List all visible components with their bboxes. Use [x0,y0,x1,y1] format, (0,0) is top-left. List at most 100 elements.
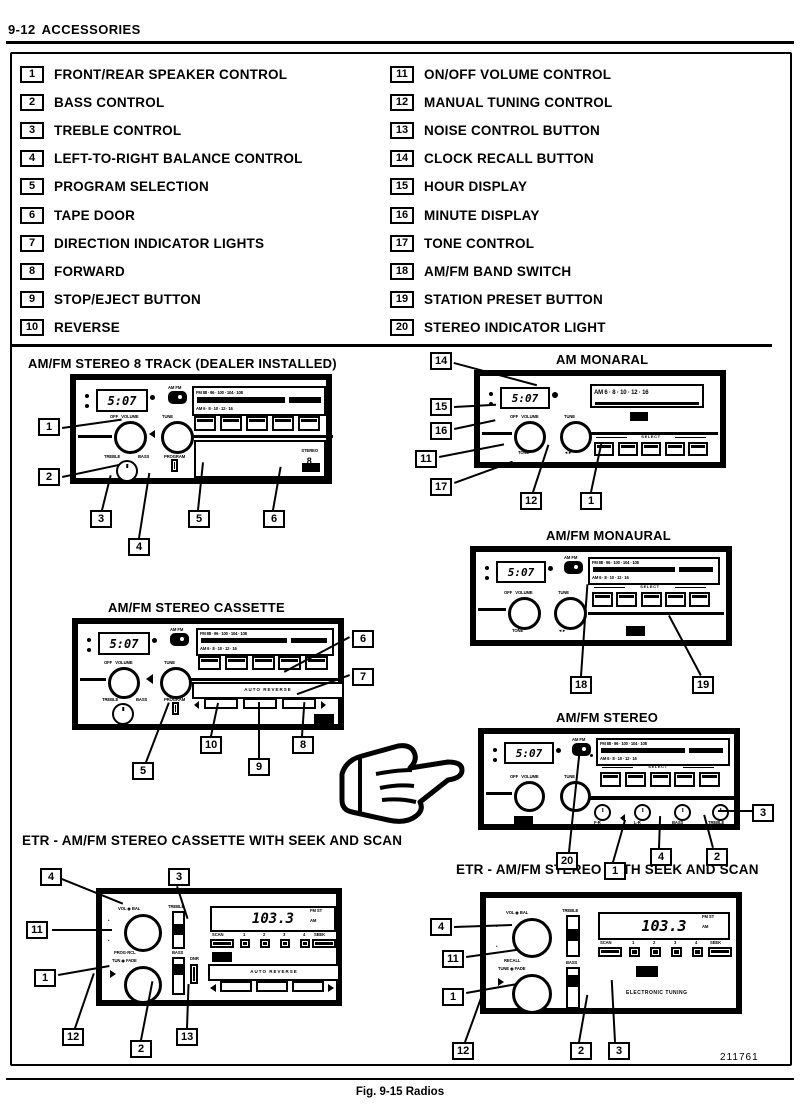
legend-number: 13 [390,121,414,139]
preset-button[interactable] [640,592,662,607]
preset-button-1[interactable] [240,939,250,948]
program-button[interactable] [171,459,178,472]
preset-button[interactable] [198,656,221,670]
volume-knob[interactable] [108,667,140,699]
station-preset-row[interactable] [194,416,320,431]
treble-knob[interactable] [712,804,729,821]
seek-label: SEEK [314,932,326,937]
station-preset-row[interactable] [600,772,720,787]
seek-button[interactable] [708,947,732,957]
clock-display: 5:07 [96,389,148,412]
preset-button[interactable] [194,416,216,431]
legend-item: 12 MANUAL TUNING CONTROL [390,88,770,116]
preset-button-3[interactable] [671,947,682,957]
tune-fade-knob[interactable] [512,974,552,1014]
forward-button[interactable] [282,698,316,709]
forward-button[interactable] [292,981,324,992]
preset-button-2[interactable] [650,947,661,957]
stop-eject-button[interactable] [256,981,288,992]
program-button[interactable] [172,702,179,715]
legend-item: 19 STATION PRESET BUTTON [390,286,770,314]
band-switch[interactable] [168,391,187,404]
preset-button[interactable] [272,416,294,431]
treble-slider[interactable] [566,915,580,957]
preset-button[interactable] [689,592,710,607]
reverse-button[interactable] [204,698,238,709]
tune-label: TUNE [564,414,575,419]
fm-scale: FM 88 · 96 · 100 · 104 · 108 [200,631,247,636]
treble-slider[interactable] [172,911,185,949]
preset-button[interactable] [616,592,638,607]
volume-knob[interactable] [514,781,545,812]
reverse-button[interactable] [220,981,252,992]
volume-label: OFF VOLUME [510,774,539,779]
preset-button[interactable] [649,772,671,787]
tape-door[interactable]: AUTO REVERSE [208,964,340,981]
station-preset-row[interactable] [592,592,710,607]
preset-button-4[interactable] [300,939,310,948]
preset-button[interactable] [664,442,685,456]
preset-button-3[interactable] [280,939,290,948]
preset-button[interactable] [617,442,638,456]
preset-button-2[interactable] [260,939,270,948]
preset-button[interactable] [220,416,242,431]
tuning-knob[interactable] [160,667,192,699]
stereo-indicator-label: STEREO [301,448,318,453]
preset-button[interactable] [224,656,248,670]
legend-item: 14 CLOCK RECALL BUTTON [390,145,770,173]
tape-door[interactable]: STEREO 8 [194,440,326,478]
scan-button[interactable] [210,939,234,948]
volume-balance-knob[interactable] [512,918,552,958]
band-switch[interactable] [572,743,591,756]
volume-knob[interactable] [114,421,147,454]
volume-knob[interactable] [508,597,541,630]
tuning-knob[interactable] [161,421,194,454]
indicator-dot [85,394,89,398]
electronic-tuning-label: ELECTRONIC TUNING [626,990,688,996]
preset-button[interactable] [664,592,686,607]
preset-button[interactable] [298,416,320,431]
scan-button[interactable] [598,947,622,957]
preset-button[interactable] [624,772,646,787]
bass-slider[interactable] [172,957,185,995]
callout-11: 11 [415,450,437,468]
station-preset-row[interactable] [594,442,708,456]
tuning-knob[interactable] [554,597,587,630]
volume-label: OFF VOLUME [504,590,533,595]
clock-recall-button[interactable] [552,392,558,398]
preset-button[interactable] [592,592,613,607]
knob-tick: • [108,918,110,923]
treble-bass-knob[interactable] [112,703,134,725]
legend-label: FRONT/REAR SPEAKER CONTROL [54,66,288,82]
volume-balance-knob[interactable] [124,914,162,952]
preset-button[interactable] [641,442,661,456]
preset-button-1[interactable] [629,947,640,957]
leader-line [718,810,752,812]
callout-3c: 3 [168,868,190,886]
tune-fade-knob[interactable] [124,966,162,1004]
noise-control-button[interactable] [190,964,198,984]
preset-button-4[interactable] [692,947,703,957]
left-right-knob[interactable] [634,804,651,821]
legend-number: 8 [20,262,44,280]
band-switch[interactable] [564,561,583,574]
preset-button[interactable] [674,772,696,787]
volume-knob[interactable] [514,421,546,453]
callout-13: 13 [176,1028,199,1046]
bass-knob[interactable] [674,804,691,821]
treble-bass-knob[interactable] [116,460,138,482]
preset-button[interactable] [251,656,275,670]
bass-slider[interactable] [566,967,580,1009]
preset-button[interactable] [246,416,268,431]
select-label: SELECT [602,764,714,769]
legend-label: MINUTE DISPLAY [424,207,540,223]
preset-button[interactable] [600,772,621,787]
preset-button[interactable] [699,772,720,787]
band-switch[interactable] [170,633,189,646]
seek-button[interactable] [312,939,336,948]
stop-eject-button[interactable] [243,698,277,709]
preset-button[interactable] [688,442,708,456]
front-rear-knob[interactable] [594,804,611,821]
tuning-knob[interactable] [560,421,592,453]
clock-recall-dot [150,395,155,400]
